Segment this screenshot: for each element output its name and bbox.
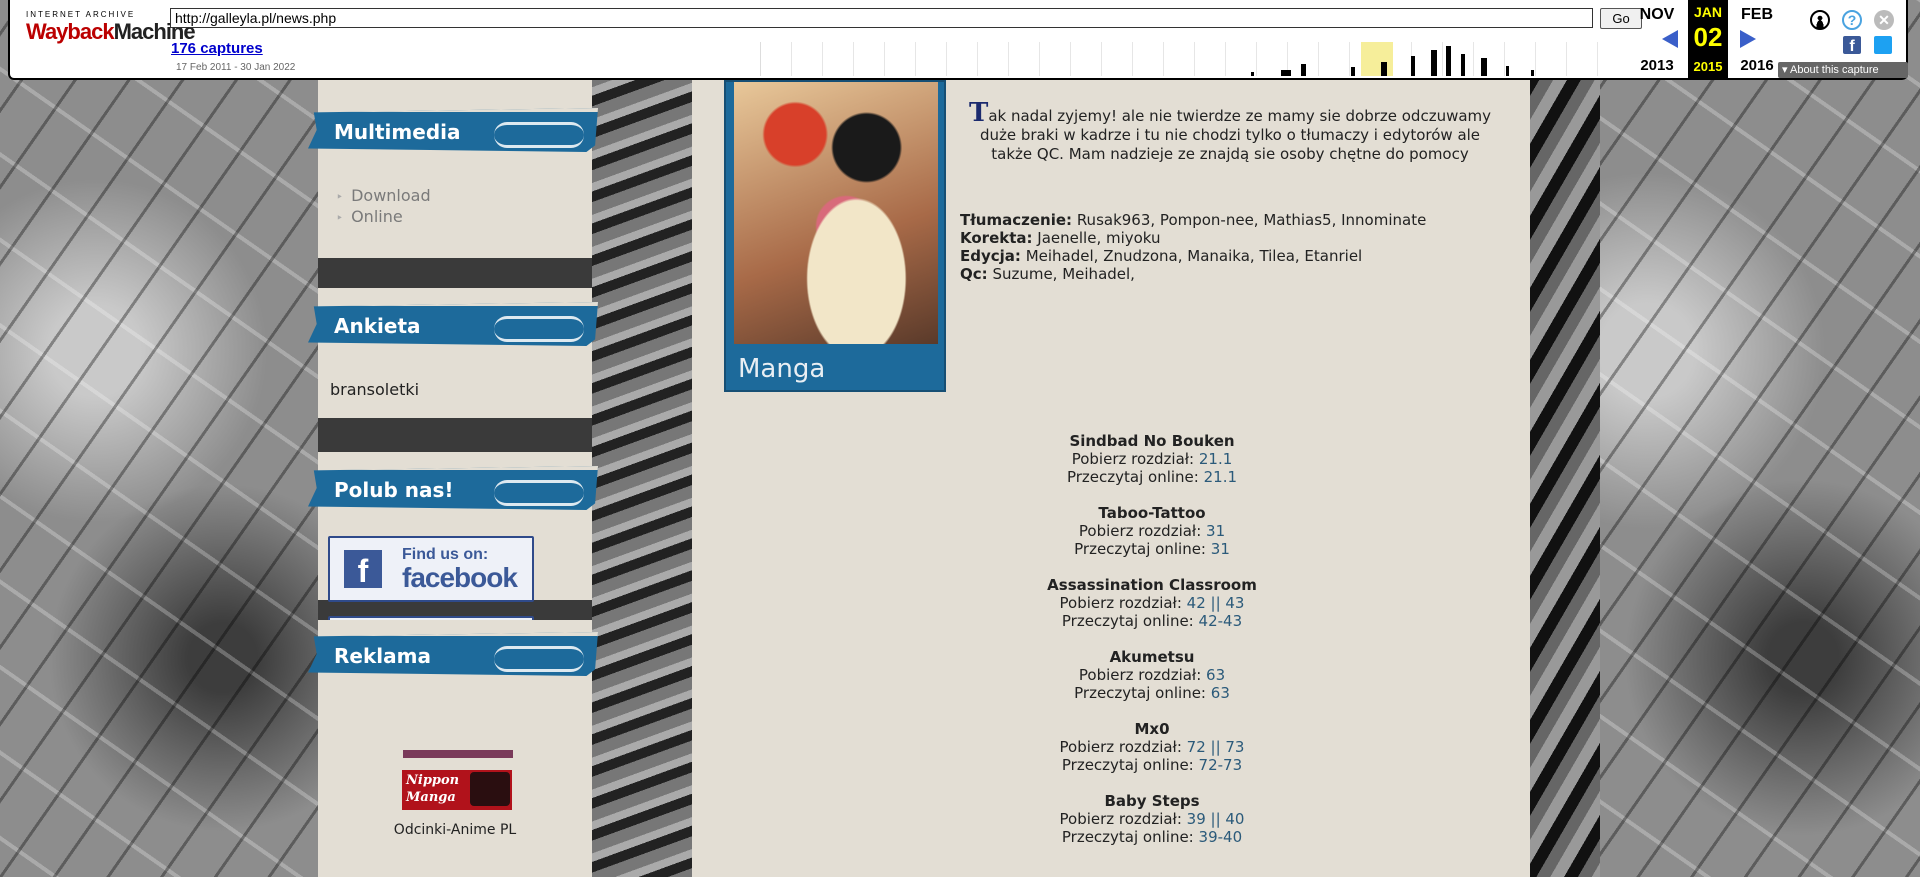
user-icon[interactable] xyxy=(1810,10,1830,30)
online-link[interactable]: 21.1 xyxy=(1204,468,1237,486)
next-month: FEB xyxy=(1741,6,1773,23)
series-title: Akumetsu xyxy=(1109,648,1195,666)
poll-title: Ankieta xyxy=(334,314,421,338)
ads-title: Reklama xyxy=(334,644,431,668)
online-link[interactable]: 72-73 xyxy=(1199,756,1243,774)
online-link[interactable]: 39-40 xyxy=(1199,828,1243,846)
cur-month: JAN xyxy=(1693,4,1722,20)
banner-text: Nippon Manga xyxy=(406,773,460,805)
drop-cap: T xyxy=(968,98,989,128)
download-link[interactable]: 72 || 73 xyxy=(1187,738,1245,756)
series-title: Baby Steps xyxy=(1104,792,1200,810)
about-capture-dropdown[interactable]: ▾ About this capture xyxy=(1778,62,1908,78)
multimedia-block: Multimedia Download Online xyxy=(308,80,598,258)
series-item: Akumetsu Pobierz rozdział: 63 Przeczytaj… xyxy=(792,648,1512,702)
multimedia-header: Multimedia xyxy=(308,108,598,152)
header-ornament-icon xyxy=(494,480,584,506)
download-link[interactable]: 39 || 40 xyxy=(1187,810,1245,828)
cur-year: 2015 xyxy=(1693,59,1723,74)
logo-top-text: INTERNET ARCHIVE xyxy=(26,10,136,19)
sparkline-bars xyxy=(1241,42,1601,76)
like-title: Polub nas! xyxy=(334,478,454,502)
help-icon[interactable]: ? xyxy=(1842,10,1862,30)
series-item: Assassination Classroom Pobierz rozdział… xyxy=(792,576,1512,630)
news-intro: Tak nadal zyjemy! ale nie twierdze ze ma… xyxy=(960,100,1500,164)
manga-background-mid xyxy=(592,0,692,877)
next-capture[interactable]: FEB 2016 xyxy=(1732,0,1782,78)
banner-image xyxy=(470,772,510,806)
facebook-share-icon[interactable]: f xyxy=(1843,36,1861,55)
prev-year: 2013 xyxy=(1640,57,1674,74)
captures-link[interactable]: 176 captures xyxy=(171,40,263,57)
prev-arrow-icon[interactable] xyxy=(1662,30,1678,48)
facebook-wordmark: facebook xyxy=(402,562,518,593)
online-link[interactable]: 42-43 xyxy=(1199,612,1243,630)
online-link[interactable]: 31 xyxy=(1211,540,1230,558)
cur-day: 02 xyxy=(1693,22,1723,52)
series-item: Taboo-Tattoo Pobierz rozdział: 31 Przecz… xyxy=(792,504,1512,558)
manga-image-label: Manga xyxy=(738,354,826,384)
credits-list: Tłumaczenie: Rusak963, Pompon-nee, Mathi… xyxy=(960,211,1426,283)
online-link[interactable]: 63 xyxy=(1211,684,1230,702)
logo-main-text: WaybackMachine xyxy=(26,19,196,44)
wayback-logo[interactable]: INTERNET ARCHIVE WaybackMachine xyxy=(26,10,196,62)
wayback-toolbar: INTERNET ARCHIVE WaybackMachine http://g… xyxy=(8,0,1908,80)
credit-row: Tłumaczenie: Rusak963, Pompon-nee, Mathi… xyxy=(960,211,1427,229)
url-input[interactable]: http://galleyla.pl/news.php xyxy=(170,8,1593,28)
download-link[interactable]: 21.1 xyxy=(1199,450,1232,468)
series-title: Taboo-Tattoo xyxy=(1098,504,1206,522)
manga-artwork xyxy=(734,82,938,344)
multimedia-title: Multimedia xyxy=(334,120,461,144)
close-icon[interactable]: ✕ xyxy=(1874,10,1894,30)
multimedia-menu: Download Online xyxy=(351,186,431,228)
download-link[interactable]: 42 || 43 xyxy=(1187,594,1245,612)
manga-category-image[interactable]: Manga xyxy=(724,80,946,392)
ads-header: Reklama xyxy=(308,632,598,676)
manga-background-edge xyxy=(1530,0,1600,877)
like-header: Polub nas! xyxy=(308,466,598,510)
series-item: Sindbad No Bouken Pobierz rozdział: 21.1… xyxy=(792,432,1512,486)
odcinki-anime-link[interactable]: Odcinki-Anime PL xyxy=(318,822,592,838)
series-title: Assassination Classroom xyxy=(1047,576,1257,594)
series-title: Sindbad No Bouken xyxy=(1069,432,1235,450)
series-title: Mx0 xyxy=(1134,720,1170,738)
main-content: Manga Tak nadal zyjemy! ale nie twierdze… xyxy=(692,80,1530,877)
menu-item-online[interactable]: Online xyxy=(351,207,431,228)
nippon-manga-banner[interactable]: Nippon Manga xyxy=(402,770,512,810)
poll-block: Ankieta bransoletki xyxy=(308,288,598,418)
ads-block: Reklama xyxy=(308,620,598,877)
credit-row: Edycja: Meihadel, Znudzona, Manaika, Til… xyxy=(960,247,1363,265)
credit-row: Korekta: Jaenelle, miyoku xyxy=(960,229,1161,247)
prev-month: NOV xyxy=(1639,6,1675,23)
header-ornament-icon xyxy=(494,316,584,342)
header-ornament-icon xyxy=(494,646,584,672)
poll-header: Ankieta xyxy=(308,302,598,346)
ad-banner-partial[interactable] xyxy=(403,750,513,758)
capture-sparkline[interactable] xyxy=(760,42,1611,76)
series-item: Baby Steps Pobierz rozdział: 39 || 40 Pr… xyxy=(792,792,1512,846)
facebook-logo-icon: f xyxy=(344,550,382,589)
manga-background-left xyxy=(0,0,318,877)
header-ornament-icon xyxy=(494,122,584,148)
download-link[interactable]: 31 xyxy=(1206,522,1225,540)
credit-row: Qc: Suzume, Meihadel, xyxy=(960,265,1135,283)
poll-question[interactable]: bransoletki xyxy=(330,380,419,399)
facebook-badge[interactable]: f Find us on: facebook xyxy=(328,536,534,602)
next-year: 2016 xyxy=(1740,57,1774,74)
current-capture: JAN 02 2015 xyxy=(1688,0,1728,78)
intro-text: ak nadal zyjemy! ale nie twierdze ze mam… xyxy=(979,107,1492,163)
series-item: Mx0 Pobierz rozdział: 72 || 73 Przeczyta… xyxy=(792,720,1512,774)
series-list: Sindbad No Bouken Pobierz rozdział: 21.1… xyxy=(792,432,1512,864)
download-link[interactable]: 63 xyxy=(1206,666,1225,684)
menu-item-download[interactable]: Download xyxy=(351,186,431,207)
twitter-share-icon[interactable] xyxy=(1874,36,1892,54)
capture-range: 17 Feb 2011 - 30 Jan 2022 xyxy=(176,62,296,73)
